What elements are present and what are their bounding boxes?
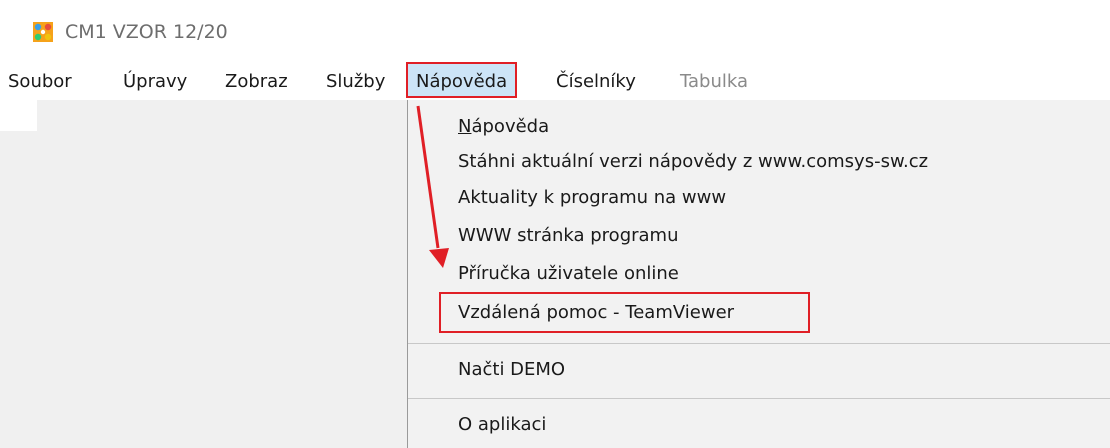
window-title: CM1 VZOR 12/20	[65, 21, 228, 43]
dd-item-o-aplikaci[interactable]: O aplikaci	[458, 413, 546, 437]
annotation-arrow-icon	[416, 105, 449, 268]
dd-item-stahni-napovedu[interactable]: Stáhni aktuální verzi nápovědy z www.com…	[458, 150, 928, 174]
menu-ciselniky[interactable]: Číselníky	[556, 70, 636, 94]
teamviewer-highlight-box	[439, 292, 810, 333]
dd-item-aktuality[interactable]: Aktuality k programu na www	[458, 186, 726, 210]
dd-item-nacti-demo[interactable]: Načti DEMO	[458, 358, 565, 382]
menu-upravy[interactable]: Úpravy	[123, 70, 187, 94]
menu-soubor[interactable]: Soubor	[8, 70, 72, 94]
title-bar: CM1 VZOR 12/20	[0, 0, 1110, 62]
toolbar-stub	[0, 100, 37, 131]
menu-separator	[408, 398, 1110, 399]
napoveda-dropdown-menu: Nápověda Stáhni aktuální verzi nápovědy …	[407, 100, 1110, 448]
menu-sluzby[interactable]: Služby	[326, 70, 385, 94]
menu-separator	[408, 343, 1110, 344]
menu-bar: Soubor Úpravy Zobraz Služby Nápověda Čís…	[0, 62, 1110, 100]
dd-item-napoveda-rest: ápověda	[471, 116, 550, 137]
dd-item-napoveda[interactable]: Nápověda	[458, 115, 549, 139]
app-grid-icon	[33, 22, 53, 42]
menu-tabulka[interactable]: Tabulka	[680, 70, 748, 94]
dd-item-prirucka[interactable]: Příručka uživatele online	[458, 262, 679, 286]
dd-item-www-stranka[interactable]: WWW stránka programu	[458, 224, 679, 248]
menu-zobraz[interactable]: Zobraz	[225, 70, 288, 94]
menu-napoveda[interactable]: Nápověda	[406, 62, 518, 98]
